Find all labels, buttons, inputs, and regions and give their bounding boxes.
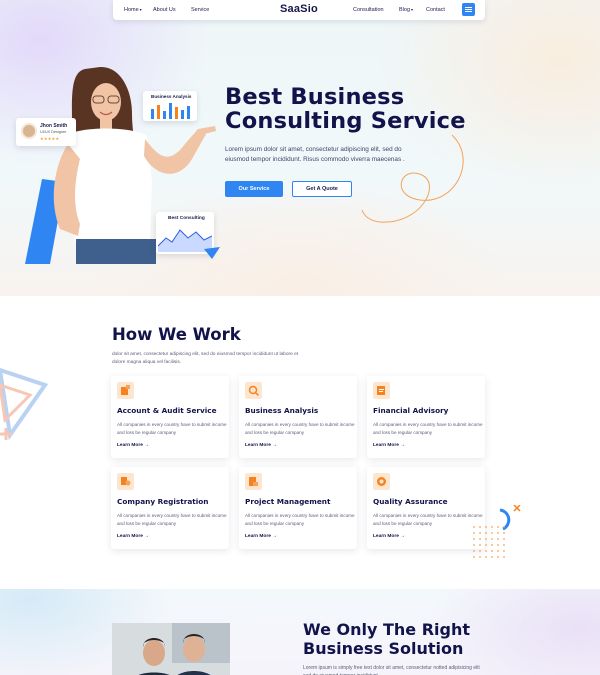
business-analysis-card: Business Analysis (143, 91, 197, 121)
hero-section: Business Analysis Jhon Smith UI/UX Desig… (0, 0, 600, 296)
solution-section-bg (0, 589, 600, 675)
hamburger-icon[interactable] (462, 3, 475, 16)
service-title: Quality Assurance (373, 497, 448, 506)
user-avatar (21, 123, 37, 139)
service-card[interactable]: Quality Assurance All companies in every… (367, 467, 485, 549)
service-text: All companies in every country have to s… (117, 422, 227, 435)
invoice-icon (117, 382, 134, 399)
nav-service[interactable]: Service (191, 7, 209, 13)
get-a-quote-button[interactable]: Get A Quote (292, 181, 352, 197)
decorative-dots-icon (473, 505, 521, 558)
pointer-shape-icon (204, 247, 220, 259)
nav-blog[interactable]: Blog▾ (399, 7, 413, 13)
solution-title: We Only The Right Business Solution (303, 620, 470, 658)
quality-icon (373, 473, 390, 490)
registration-icon (117, 473, 134, 490)
learn-more-link[interactable]: Learn More → (373, 534, 405, 539)
service-text: All companies in every country have to s… (245, 513, 355, 526)
finance-icon (373, 382, 390, 399)
nav-home[interactable]: Home▾ (124, 7, 142, 13)
user-review-card: Jhon Smith UI/UX Designer ★★★★★ (16, 118, 76, 146)
card-user-role: UI/UX Designer (40, 130, 67, 134)
how-we-work-title: How We Work (112, 325, 241, 344)
solution-description: Lorem ipsum is simply free text dolor si… (303, 665, 480, 675)
learn-more-link[interactable]: Learn More → (117, 534, 149, 539)
learn-more-link[interactable]: Learn More → (245, 443, 277, 448)
our-service-button[interactable]: Our Service (225, 181, 283, 197)
analysis-icon (245, 382, 262, 399)
service-text: All companies in every country have to s… (373, 422, 483, 435)
service-text: All companies in every country have to s… (373, 513, 483, 526)
nav-consultation[interactable]: Consultation (353, 7, 384, 13)
service-title: Company Registration (117, 497, 209, 506)
service-title: Financial Advisory (373, 406, 449, 415)
learn-more-link[interactable]: Learn More → (117, 443, 149, 448)
card-consult-title: Best Consulting (168, 216, 205, 221)
service-text: All companies in every country have to s… (117, 513, 227, 526)
top-navbar: Home▾ About Us Service SaaSio Consultati… (113, 0, 485, 20)
service-card[interactable]: Account & Audit Service All companies in… (111, 376, 229, 458)
business-team-photo (112, 623, 230, 675)
hero-title: Best Business Consulting Service (225, 84, 466, 134)
service-title: Account & Audit Service (117, 406, 217, 415)
chevron-down-icon: ▾ (139, 7, 142, 12)
service-text: All companies in every country have to s… (245, 422, 355, 435)
brand-logo[interactable]: SaaSio (280, 3, 318, 15)
hero-description: Lorem ipsum dolor sit amet, consectetur … (225, 146, 405, 163)
chevron-down-icon: ▾ (411, 7, 414, 12)
card-analysis-title: Business Analysis (151, 94, 192, 99)
service-title: Business Analysis (245, 406, 319, 415)
how-we-work-description: dolor sit amet, consectetur adipiscing e… (112, 352, 299, 365)
service-card[interactable]: Company Registration All companies in ev… (111, 467, 229, 549)
nav-about-us[interactable]: About Us (153, 7, 176, 13)
project-icon (245, 473, 262, 490)
service-card[interactable]: Project Management All companies in ever… (239, 467, 357, 549)
service-card[interactable]: Business Analysis All companies in every… (239, 376, 357, 458)
learn-more-link[interactable]: Learn More → (245, 534, 277, 539)
bar-chart-icon (151, 103, 190, 119)
service-title: Project Management (245, 497, 331, 506)
learn-more-link[interactable]: Learn More → (373, 443, 405, 448)
decorative-triangle-icon (0, 367, 49, 441)
service-card[interactable]: Financial Advisory All companies in ever… (367, 376, 485, 458)
card-user-name: Jhon Smith (40, 123, 68, 129)
nav-contact[interactable]: Contact (426, 7, 445, 13)
rating-stars: ★★★★★ (40, 136, 60, 141)
